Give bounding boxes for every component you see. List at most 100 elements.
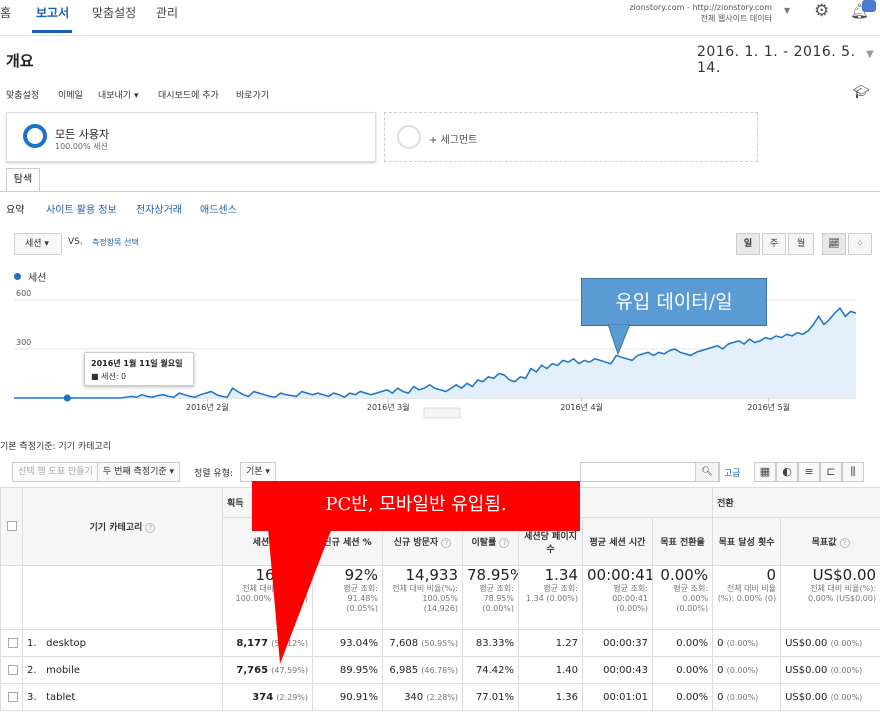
- cell-conversion: 0.00%: [651, 683, 714, 711]
- select-all-checkbox[interactable]: [6, 521, 17, 532]
- row-name-link[interactable]: tablet: [46, 692, 75, 703]
- cell-value: US$0.00 (0.00%): [780, 629, 880, 657]
- cell-bounce: 74.42%: [462, 656, 519, 684]
- top-nav: 홈 보고서 맞춤설정 관리 zionstory.com - http://zio…: [0, 0, 880, 36]
- cell-value: 0: [717, 691, 724, 703]
- legend-swatch: [14, 273, 21, 280]
- cell-value: 6,985: [389, 664, 419, 676]
- compare-metric-link[interactable]: 측정항목 선택: [92, 237, 139, 248]
- total-sub: 평균 조회: 1.34 (0.00%): [525, 584, 578, 603]
- total-value: US$0.00 전체 대비 비율(%): 0.00% (US$0.00): [780, 565, 880, 630]
- col-header-goal-completions[interactable]: 목표 달성 횟수: [712, 517, 782, 566]
- total-value: US$0.00: [812, 566, 877, 585]
- cell-value: 8,177: [236, 637, 269, 649]
- email-button[interactable]: 이메일: [58, 88, 83, 101]
- nav-tab-customization[interactable]: 맞춤설정: [92, 4, 136, 21]
- week-button[interactable]: 주: [762, 233, 786, 255]
- cell-pct: (50.95%): [421, 638, 458, 648]
- metric-dropdown[interactable]: 세션 ▾: [14, 233, 62, 255]
- callout-pointer: [607, 324, 631, 356]
- subtab-summary[interactable]: 요약: [6, 201, 24, 216]
- sort-type-dropdown[interactable]: 기본 ▾: [240, 462, 276, 482]
- cell-value: 374: [252, 691, 274, 703]
- total-sub: 평균 조회: 00:00:41 (0.00%): [612, 584, 648, 613]
- col-header-goal-conversion[interactable]: 목표 전환율: [651, 517, 714, 566]
- add-segment-box[interactable]: + 세그먼트: [384, 112, 758, 162]
- pivot-view-icon[interactable]: ⫼: [842, 462, 864, 482]
- chevron-down-icon[interactable]: ▼: [866, 49, 874, 60]
- account-property: zionstory.com - http://zionstory.com: [629, 3, 772, 12]
- performance-view-icon[interactable]: ≡: [798, 462, 820, 482]
- row-checkbox[interactable]: [8, 637, 18, 648]
- row-dimension: 1. desktop: [22, 629, 223, 657]
- plot-rows-button[interactable]: 선택 행 도표 만들기: [12, 462, 99, 482]
- customize-button[interactable]: 맞춤설정: [6, 88, 39, 101]
- total-sub: 전체 대비 비율(%): 100.05% (14,926): [392, 584, 458, 613]
- add-to-dashboard-button[interactable]: 대시보드에 추가: [158, 88, 219, 101]
- dimension-header[interactable]: 기기 카테고리 ?: [22, 487, 223, 566]
- table-row: 3. tablet 374 (2.29%) 90.91% 340 (2.28%)…: [0, 683, 880, 711]
- cell-value: US$0.00: [785, 637, 828, 649]
- shortcut-button[interactable]: 바로가기: [236, 88, 269, 101]
- advanced-filter-link[interactable]: 고급: [724, 466, 741, 479]
- account-selector[interactable]: zionstory.com - http://zionstory.com 전체 …: [629, 2, 772, 24]
- total-new-users: 14,933 전체 대비 비율(%): 100.05% (14,926): [382, 565, 463, 630]
- help-icon[interactable]: ?: [499, 538, 510, 548]
- callout-red-pointer: [268, 528, 332, 664]
- cell-pages: 1.36: [518, 683, 583, 711]
- motion-chart-icon[interactable]: ⁘: [848, 233, 872, 255]
- cell-value: 340: [404, 691, 424, 703]
- cell-value: 0: [717, 664, 724, 676]
- tooltip-value: ■ 세션: 0: [91, 372, 127, 381]
- help-icon[interactable]: ?: [145, 523, 156, 533]
- total-duration: 00:00:41 평균 조회: 00:00:41 (0.00%): [582, 565, 653, 630]
- tab-explore[interactable]: 탐색: [6, 168, 40, 192]
- secondary-dimension-dropdown[interactable]: 두 번째 측정기준 ▾: [97, 462, 181, 482]
- segment-all-users[interactable]: 모든 사용자 100.00% 세션: [6, 112, 376, 162]
- table-view-icon[interactable]: ▦: [754, 462, 776, 482]
- cell-value: US$0.00 (0.00%): [780, 656, 880, 684]
- row-name-link[interactable]: desktop: [46, 638, 86, 649]
- graduation-cap-icon[interactable]: 🎓︎: [853, 85, 870, 100]
- x-tick-label: 2016년 3월: [367, 402, 410, 412]
- cell-pct: (46.78%): [421, 665, 458, 675]
- search-icon[interactable]: 🔍︎: [695, 462, 719, 482]
- row-checkbox[interactable]: [8, 691, 18, 702]
- col-header-goal-value[interactable]: 목표값 ?: [780, 517, 880, 566]
- month-button[interactable]: 월: [788, 233, 814, 255]
- subtab-site-usage[interactable]: 사이트 활용 정보: [46, 201, 117, 216]
- cell-conversion: 0.00%: [651, 656, 714, 684]
- subtab-adsense[interactable]: 애드센스: [200, 201, 237, 216]
- export-button[interactable]: 내보내기 ▾: [98, 88, 139, 101]
- nav-tab-reports[interactable]: 보고서: [36, 4, 69, 21]
- hover-point[interactable]: [63, 394, 71, 402]
- total-value: 00:00:41: [587, 566, 653, 585]
- date-range-picker[interactable]: 2016. 1. 1. - 2016. 5. 14.: [697, 44, 880, 76]
- help-icon[interactable]: ?: [839, 538, 850, 548]
- row-checkbox[interactable]: [8, 664, 18, 675]
- col-header-avg-duration[interactable]: 평균 세션 시간: [582, 517, 653, 566]
- sort-type-label: 정렬 유형:: [194, 469, 234, 479]
- gear-icon[interactable]: ⚙: [814, 1, 829, 21]
- y-tick-label: 600: [16, 289, 31, 298]
- nav-tab-home[interactable]: 홈: [0, 4, 11, 21]
- cell-bounce: 77.01%: [462, 683, 519, 711]
- cell-goals: 0 (0.00%): [712, 683, 782, 711]
- pie-view-icon[interactable]: ◐: [776, 462, 798, 482]
- row-dimension: 3. tablet: [22, 683, 223, 711]
- segment-name: 모든 사용자: [55, 128, 110, 141]
- cell-value: US$0.00: [785, 691, 828, 703]
- cell-value: 0: [717, 637, 724, 649]
- page-title: 개요: [6, 52, 34, 70]
- line-chart-icon[interactable]: 📈︎: [822, 233, 846, 255]
- nav-tab-admin[interactable]: 관리: [156, 4, 178, 21]
- total-value: 1.34: [544, 566, 578, 585]
- total-conversion: 0.00% 평균 조회: 0.00% (0.00%): [651, 565, 714, 630]
- chevron-down-icon[interactable]: ▼: [784, 6, 790, 15]
- chart-resize-handle[interactable]: [423, 407, 461, 419]
- comparison-view-icon[interactable]: ⊏: [820, 462, 842, 482]
- row-name-link[interactable]: mobile: [46, 665, 80, 676]
- help-icon[interactable]: ?: [441, 538, 452, 548]
- subtab-ecommerce[interactable]: 전자상거래: [136, 201, 182, 216]
- day-button[interactable]: 일: [736, 233, 760, 255]
